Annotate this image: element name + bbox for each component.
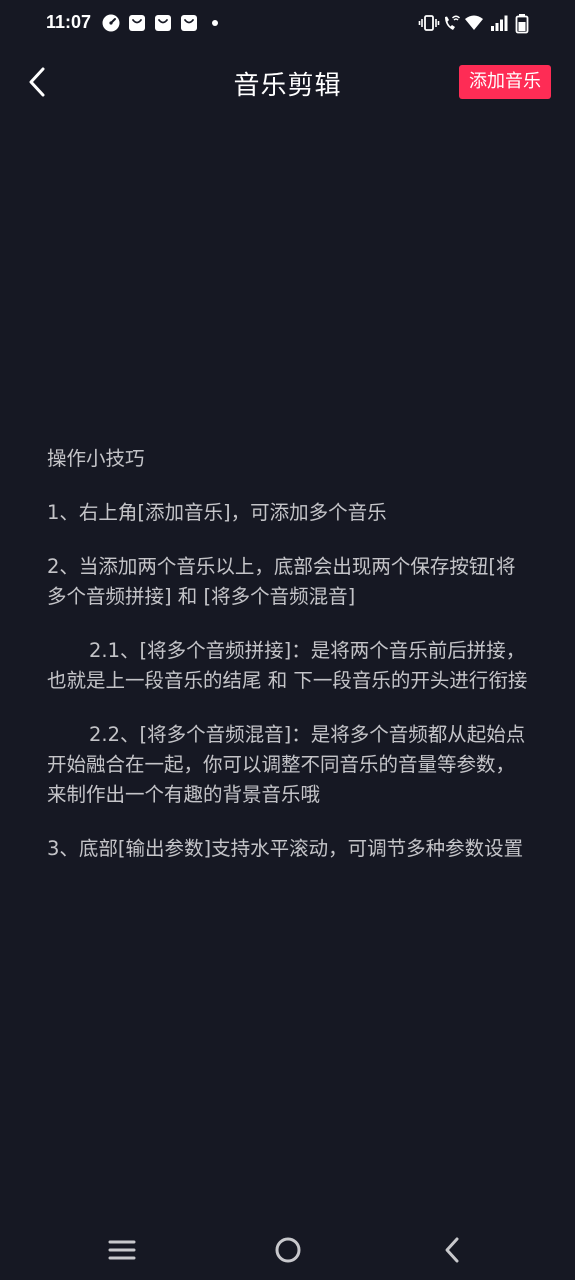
tip-item-2-1: 2.1、[将多个音频拼接]：是将两个音乐前后拼接，也就是上一段音乐的结尾 和 下… bbox=[47, 639, 528, 692]
shopping-bag-icon bbox=[128, 14, 146, 32]
signal-icon bbox=[490, 14, 508, 32]
status-bar: 11:07 bbox=[0, 0, 575, 48]
tip-item-1: 1、右上角[添加音乐]，可添加多个音乐 bbox=[47, 501, 387, 524]
status-time: 11:07 bbox=[46, 12, 92, 32]
app-bar: 音乐剪辑 添加音乐 bbox=[0, 52, 575, 112]
home-button[interactable] bbox=[268, 1230, 308, 1270]
menu-icon bbox=[108, 1240, 136, 1260]
vibrate-icon bbox=[418, 14, 440, 32]
speedometer-icon bbox=[102, 14, 120, 32]
tips-section: 操作小技巧 1、右上角[添加音乐]，可添加多个音乐 2、当添加两个音乐以上，底部… bbox=[47, 444, 533, 888]
tips-heading: 操作小技巧 bbox=[47, 447, 145, 470]
battery-icon bbox=[514, 14, 530, 34]
recent-apps-button[interactable] bbox=[102, 1230, 142, 1270]
home-icon bbox=[275, 1237, 301, 1263]
tip-item-3: 3、底部[输出参数]支持水平滚动，可调节多种参数设置 bbox=[47, 837, 524, 860]
wifi-icon bbox=[464, 14, 484, 32]
shopping-bag-icon bbox=[180, 14, 198, 32]
wifi-calling-icon bbox=[442, 14, 462, 32]
shopping-bag-icon bbox=[154, 14, 172, 32]
system-nav-bar bbox=[0, 1220, 575, 1280]
back-icon bbox=[445, 1237, 459, 1263]
tip-item-2: 2、当添加两个音乐以上，底部会出现两个保存按钮[将多个音频拼接] 和 [将多个音… bbox=[47, 555, 516, 608]
nav-back-button[interactable] bbox=[432, 1230, 472, 1270]
tip-item-2-2: 2.2、[将多个音频混音]：是将多个音频都从起始点开始融合在一起，你可以调整不同… bbox=[47, 723, 526, 806]
add-music-button[interactable]: 添加音乐 bbox=[459, 65, 551, 99]
dot-icon bbox=[208, 14, 226, 32]
